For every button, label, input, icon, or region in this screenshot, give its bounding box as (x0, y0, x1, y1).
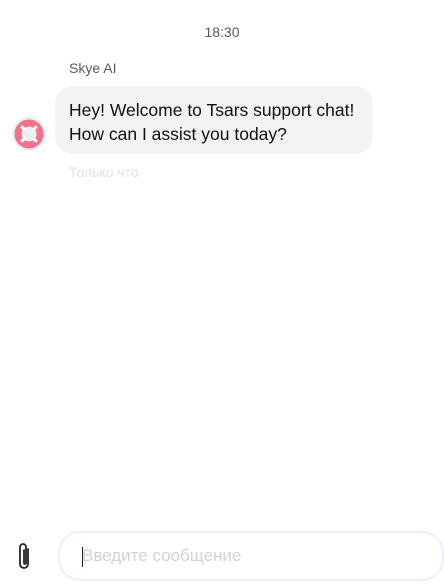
attach-button[interactable] (12, 540, 36, 574)
bot-avatar (12, 117, 46, 151)
sender-name: Skye AI (69, 60, 117, 76)
message-status: Только что (69, 164, 139, 180)
message-input[interactable] (60, 533, 442, 579)
message-input-container (58, 531, 444, 581)
text-caret (82, 547, 83, 567)
message-bubble: Hey! Welcome to Tsars support chat! How … (55, 86, 373, 154)
chat-window: 18:30 Skye AI Hey! Welcome to Tsars supp… (0, 0, 444, 584)
message-timestamp: 18:30 (204, 24, 240, 40)
paperclip-icon (19, 543, 29, 569)
lifebuoy-icon (14, 119, 44, 149)
